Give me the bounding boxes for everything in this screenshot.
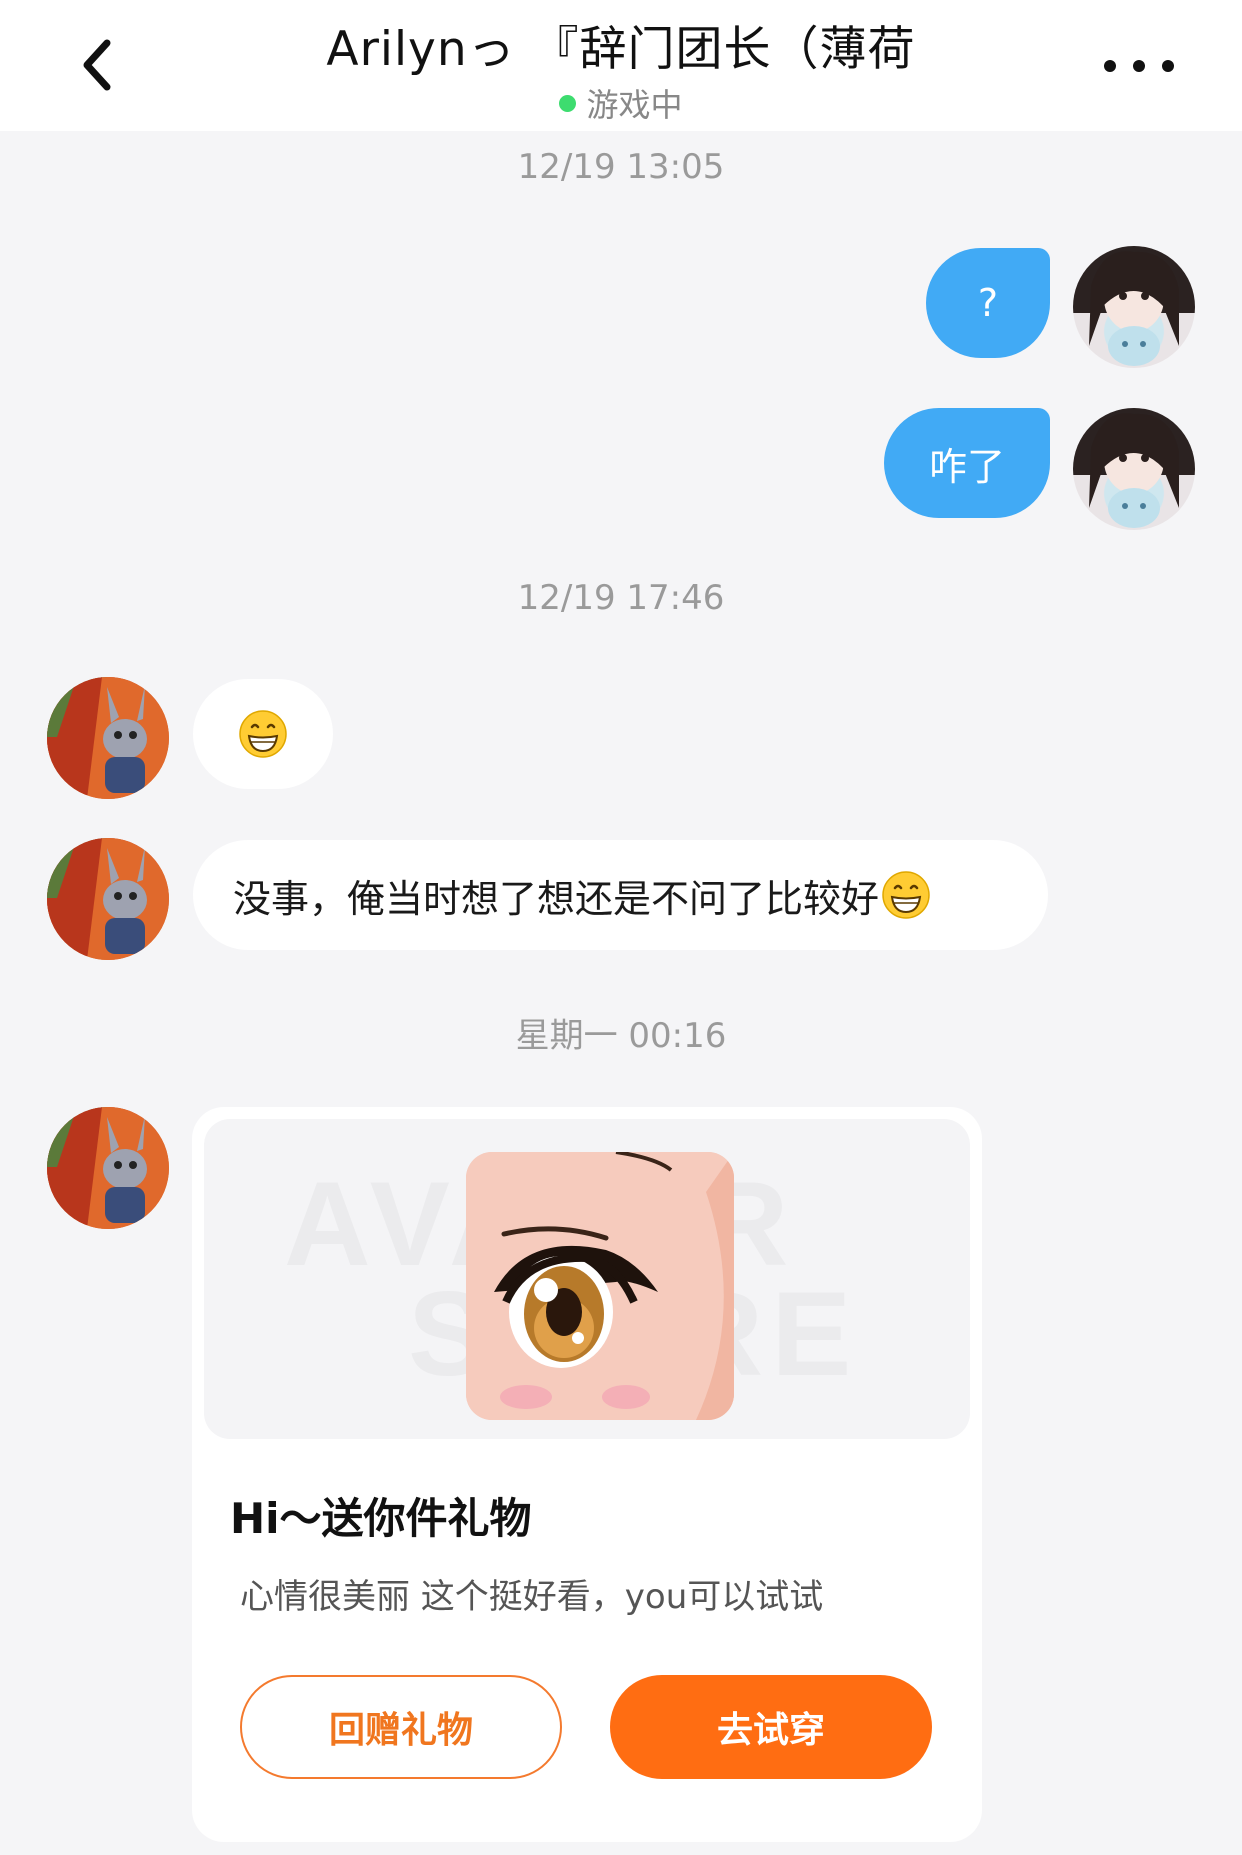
chat-header: Arilynっ 『辞门团长（薄荷 游戏中 — [0, 0, 1242, 131]
avatar-image — [1089, 413, 1179, 528]
avatar-image — [47, 677, 169, 799]
gift-title: Hi～送你件礼物 — [230, 1494, 532, 1543]
message-text: 咋了 — [928, 444, 1005, 489]
return-gift-button[interactable]: 回赠礼物 — [240, 1675, 562, 1779]
avatar-image — [1089, 251, 1179, 366]
incoming-message-bubble[interactable]: 没事，俺当时想了想还是不问了比较好 — [193, 840, 1048, 950]
outgoing-message-bubble[interactable]: 咋了 — [884, 408, 1050, 518]
grinning-face-emoji-icon — [882, 871, 930, 919]
online-status: 游戏中 — [0, 80, 1242, 126]
more-options-button[interactable] — [1104, 46, 1174, 86]
timestamp: 12/19 17:46 — [517, 578, 725, 618]
timestamp: 星期一 00:16 — [515, 1016, 727, 1056]
incoming-message-bubble[interactable] — [193, 679, 333, 789]
avatar-image — [47, 838, 169, 960]
contact-avatar[interactable] — [47, 677, 169, 799]
contact-avatar[interactable] — [47, 1107, 169, 1229]
more-dots-icon — [1104, 60, 1116, 72]
status-text: 游戏中 — [586, 86, 683, 124]
try-on-button[interactable]: 去试穿 — [610, 1675, 932, 1779]
my-avatar[interactable] — [1073, 408, 1195, 530]
message-text: ? — [977, 281, 999, 325]
my-avatar[interactable] — [1073, 246, 1195, 368]
avatar-image — [47, 1107, 169, 1229]
gift-banner: AVATAR STORE — [204, 1119, 970, 1439]
contact-avatar[interactable] — [47, 838, 169, 960]
gift-item-image[interactable] — [466, 1152, 734, 1420]
message-text: 没事，俺当时想了想还是不问了比较好 — [233, 876, 880, 921]
gift-description: 心情很美丽 这个挺好看，you可以试试 — [240, 1577, 824, 1617]
chat-title: Arilynっ 『辞门团长（薄荷 — [326, 22, 916, 77]
grinning-face-emoji-icon — [239, 710, 287, 758]
outgoing-message-bubble[interactable]: ? — [926, 248, 1050, 358]
anime-eye-image — [466, 1152, 734, 1420]
timestamp: 12/19 13:05 — [517, 147, 725, 187]
gift-card[interactable]: AVATAR STORE Hi～送你件礼物 心情很美丽 这个挺好看，you可以试… — [192, 1107, 982, 1842]
status-dot — [559, 94, 577, 112]
